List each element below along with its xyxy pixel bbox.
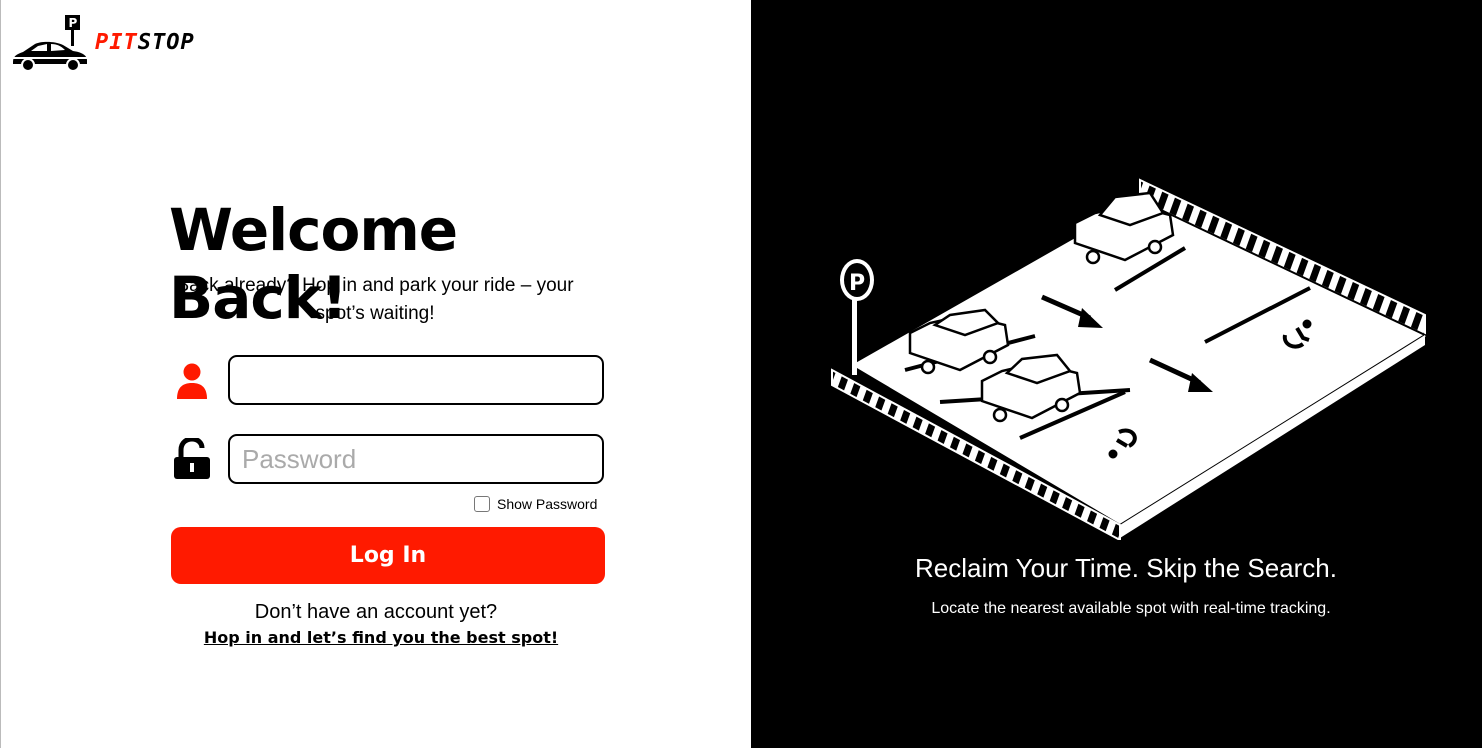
- signup-link[interactable]: Hop in and let’s find you the best spot!: [171, 628, 591, 647]
- login-button[interactable]: Log In: [171, 527, 605, 584]
- svg-text:P: P: [849, 271, 865, 296]
- svg-text:P: P: [69, 16, 78, 30]
- page-subtitle: Back already? Hop in and park your ride …: [176, 275, 574, 324]
- no-account-text: Don’t have an account yet?: [254, 601, 498, 623]
- username-field[interactable]: [228, 355, 604, 405]
- user-icon: [177, 363, 207, 399]
- brand-name-stop: STOP: [137, 30, 195, 55]
- brand-name-pit: PIT: [95, 30, 138, 55]
- parking-lot-illustration: P: [831, 178, 1428, 540]
- unlock-icon: [174, 438, 210, 479]
- show-password-label: Show Password: [497, 496, 598, 512]
- logo[interactable]: P PITSTOP: [11, 14, 201, 74]
- password-field[interactable]: [228, 434, 604, 484]
- show-password-toggle[interactable]: Show Password: [474, 496, 597, 512]
- login-panel: P PITSTOP Welcome Back! Back already? Ho…: [0, 0, 751, 748]
- parking-car-logo-icon: P: [13, 15, 87, 72]
- promo-subheading: Locate the nearest available spot with r…: [931, 600, 1331, 617]
- brand-name: PITSTOP: [95, 30, 195, 55]
- promo-heading: Reclaim Your Time. Skip the Search.: [915, 553, 1337, 583]
- show-password-checkbox[interactable]: [474, 496, 490, 512]
